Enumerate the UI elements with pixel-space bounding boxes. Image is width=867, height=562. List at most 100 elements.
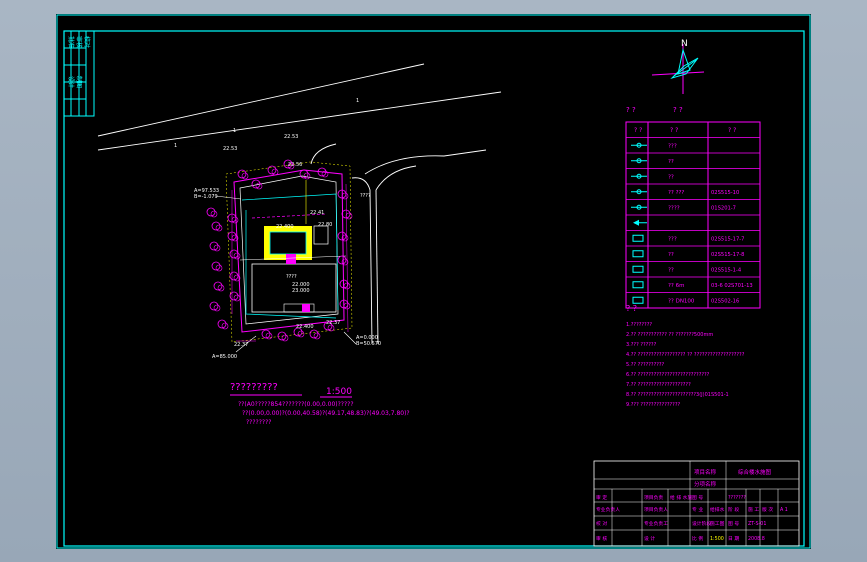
sheet-border	[56, 14, 811, 549]
north-arrow-icon: N ? ?	[651, 39, 705, 114]
legend-code: 02S515-17-8	[711, 252, 744, 258]
legend-name: ???	[668, 237, 677, 243]
site-label: 22.400	[276, 224, 294, 230]
note-line: 9.??? ???????????????	[626, 402, 680, 408]
legend-header: ? ?	[634, 127, 642, 134]
title-block-cell: ???????	[728, 495, 746, 501]
note-line: 1.????????	[626, 322, 652, 328]
legend-name: ?? 6m	[668, 283, 684, 289]
title-block-cell: 版 次	[762, 506, 773, 513]
project-name-label: 项目名称	[694, 468, 717, 476]
site-desc-line: ??(0.00,0.00)?(0.00,40.58)?(49.17,48.83)…	[242, 410, 410, 417]
note-line: 3.??? ??????	[626, 342, 657, 348]
site-label: 22.56	[288, 162, 302, 168]
legend-code: 02S515-10	[711, 190, 739, 196]
site-scale: 1:500	[326, 387, 352, 397]
title-block-cell: 2008.8	[748, 536, 765, 542]
title-block-cell: 1:500	[710, 536, 724, 542]
title-block-cell: 施 工	[748, 506, 759, 513]
legend-name: ????	[668, 206, 680, 212]
site-label: ????	[286, 274, 297, 280]
legend-name: ??	[668, 175, 674, 181]
site-label: 22.37	[326, 320, 340, 326]
site-desc-line: ??(A0?????854???????(0.00,0.00)?????	[238, 401, 354, 408]
title-block: 项目名称 综合楼水施图分项名称审 定项目负责给 排 水施图 号 ???????专业负…	[593, 460, 800, 547]
site-label: 22.53	[223, 146, 237, 152]
title-block-cell: 专业负责人	[596, 506, 620, 513]
legend-name: ?? DN100	[668, 299, 695, 305]
title-block-cell: ZT-S-01	[748, 521, 766, 527]
site-label: A=85.000	[212, 354, 237, 360]
legend-name: ??	[668, 159, 674, 165]
title-block-cell: 专 业	[692, 506, 703, 513]
site-label: 22.37	[234, 342, 248, 348]
title-block-cell: 校 对	[596, 520, 607, 527]
legend-code: 02S502-16	[711, 299, 739, 305]
legend-code: 02S515-17-7	[711, 237, 744, 243]
site-label: B=50.570	[356, 341, 381, 347]
site-label: 22.400	[296, 324, 314, 330]
site-label: ????	[360, 193, 371, 199]
title-block-cell: 审 核	[596, 535, 607, 542]
stamp-label: 设计	[67, 76, 75, 88]
site-title: ?????????	[230, 382, 278, 393]
legend-header: ? ?	[670, 127, 678, 134]
note-line: 2.?? ??????????? ?? ???????500mm	[626, 332, 713, 338]
site-label: 1	[233, 128, 236, 134]
title-block-cell: 设计阶段	[692, 520, 711, 527]
title-block-cell: 给排水	[710, 506, 725, 513]
sub-label: 分项名称	[694, 480, 717, 488]
legend-code: 02S515-1-4	[711, 268, 742, 274]
site-desc-line: ????????	[246, 419, 271, 426]
site-description: ??(A0?????854???????(0.00,0.00)????? ??(0…	[238, 401, 410, 426]
stamp-label: 审核	[75, 36, 83, 48]
title-block-cell: 阶 段	[728, 506, 739, 513]
site-label: 23.000	[292, 288, 310, 294]
note-line: 5.?? ??????????	[626, 362, 665, 368]
legend-name: ??	[668, 268, 674, 274]
legend-name: ?? ???	[668, 190, 684, 196]
title-block-cell: 项目负责人	[644, 506, 668, 513]
legend-code: 03-6 02S701-13	[711, 283, 753, 289]
site-plan: 11122.5322.5322.56????A=97.533B=-1.079A=…	[97, 63, 502, 426]
site-label: 22.80	[318, 222, 332, 228]
legend-header: ? ?	[728, 127, 736, 134]
title-block-cell: 设 计	[644, 535, 655, 542]
stamp-label: 制图	[75, 76, 83, 88]
site-label: 1	[174, 143, 177, 149]
site-label: 22.41	[310, 210, 324, 216]
title-block-cell: 图 号	[692, 495, 703, 501]
stamp-label: 批准	[67, 36, 75, 48]
design-notes: ? ? 1.???????? 2.?? ??????????? ?? ???????…	[626, 304, 745, 408]
svg-text:? ?: ? ?	[673, 106, 683, 114]
title-block-cell: 专业负责工	[644, 520, 668, 527]
site-label: B=-1.079	[194, 194, 218, 200]
legend-code: 01S201-7	[711, 206, 736, 212]
note-line: 6.?? ???????????????????????????	[626, 372, 710, 378]
legend-name: ??	[668, 252, 674, 258]
notes-title: ? ?	[626, 304, 637, 313]
title-block-cell: 施工图	[710, 520, 725, 527]
drawing-canvas: 批准 审核 校对设计 制图 N ? ? ? ?? ?? ?????????? ??? 0…	[56, 14, 811, 549]
title-block-cell: 给 排 水施	[670, 494, 692, 501]
site-label: 22.53	[284, 134, 298, 140]
site-label: 1	[356, 98, 359, 104]
note-line: 4.?? ?????????????????? ?? ?????????????…	[626, 352, 745, 358]
cad-viewport[interactable]: 批准 审核 校对 设计 制图 N ? ? ? ?? ?? ?????????? ??? 0…	[56, 14, 811, 549]
stamp-label: 校对	[83, 36, 91, 48]
title-block-cell: 审 定	[596, 494, 607, 501]
title-block-cell: 日 期	[728, 536, 739, 542]
legend-name: ???	[668, 144, 677, 150]
title-block-cell: 项目负责	[644, 494, 663, 501]
title-block-cell: 图 号	[728, 521, 739, 527]
legend-title: ? ?	[626, 106, 636, 114]
drawing-frame	[63, 30, 805, 547]
note-line: 7.?? ????????????????????	[626, 382, 691, 388]
project-name: 综合楼水施图	[738, 468, 772, 476]
note-line: 8.?? ??????????????????????3(J)01S501-1	[626, 392, 729, 398]
title-block-cell: A 1	[780, 507, 788, 513]
title-block-cell: 比 例	[692, 535, 703, 542]
north-label: N	[681, 39, 688, 49]
stamp-column: 批准 审核 校对设计 制图	[63, 30, 95, 117]
legend-table: ? ?? ?? ?????????? ??? 02S515-10???? 01S20…	[625, 106, 761, 309]
